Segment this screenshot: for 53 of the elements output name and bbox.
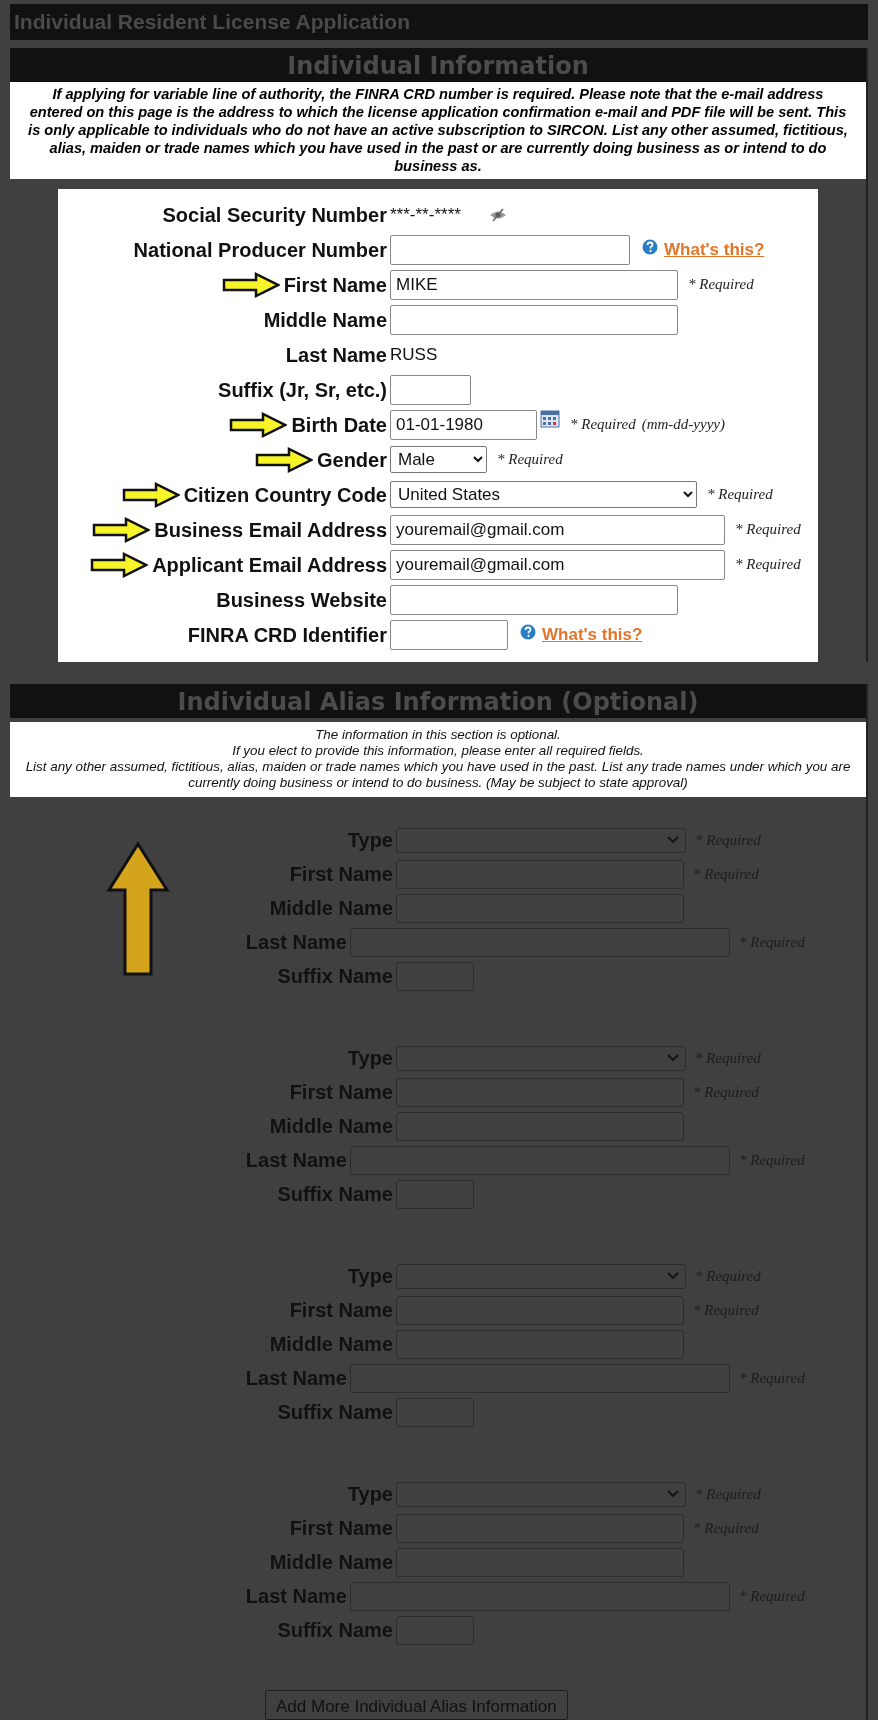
required-note: * Required xyxy=(707,485,773,505)
field-label: Middle Name xyxy=(263,307,387,333)
text-field[interactable] xyxy=(390,374,471,405)
dropdown[interactable]: United States xyxy=(390,481,697,508)
text-field[interactable]: MIKE xyxy=(390,269,678,300)
page-title: Individual Resident License Application xyxy=(10,4,868,40)
required-note: * Required xyxy=(570,415,636,435)
required-note: * Required xyxy=(497,450,563,470)
field-label: Applicant Email Address xyxy=(152,552,387,578)
format-hint: (mm-dd-yyyy) xyxy=(641,415,725,435)
notice-text: If you elect to provide this information, please enter all required fields. xyxy=(231,743,645,759)
text-field[interactable]: youremail@gmail.com xyxy=(390,549,725,580)
chevron-down-icon xyxy=(667,1490,679,1498)
required-note: * Required xyxy=(735,520,801,540)
dropdown[interactable]: Male xyxy=(390,446,487,473)
field-value: RUSS xyxy=(390,343,438,366)
text-field[interactable] xyxy=(390,584,678,615)
required-note: * Required xyxy=(735,555,801,575)
dropdown[interactable] xyxy=(396,1481,686,1507)
field-label: Suffix (Jr, Sr, etc.) xyxy=(218,377,387,403)
chevron-down-icon xyxy=(667,1054,679,1062)
field-label: Citizen Country Code xyxy=(183,482,387,508)
section-heading: Individual Information xyxy=(10,48,866,82)
field-value: ***-**-**** xyxy=(390,203,461,226)
field-label: Social Security Number xyxy=(162,202,387,228)
field-label: Birth Date xyxy=(291,412,387,438)
field-label: First Name xyxy=(283,272,387,298)
section-heading: Individual Alias Information (Optional) xyxy=(10,684,866,718)
help-icon xyxy=(520,623,536,640)
hidden-eye-icon xyxy=(488,207,507,222)
up-arrow-icon xyxy=(106,841,170,977)
text-field[interactable]: youremail@gmail.com xyxy=(390,514,725,545)
field-label: FINRA CRD Identifier xyxy=(187,622,387,648)
required-note: * Required xyxy=(688,275,754,295)
dropdown[interactable] xyxy=(396,1263,686,1289)
field-label: Business Email Address xyxy=(154,517,387,543)
notice-text: The information in this section is optional. xyxy=(314,727,562,743)
text-field[interactable]: 01-01-1980 xyxy=(390,409,537,440)
text-field[interactable] xyxy=(390,619,508,650)
field-label: Last Name xyxy=(285,342,387,368)
field-label: National Producer Number xyxy=(133,237,387,263)
notice-text: If applying for variable line of authority, the FINRA CRD number is required. Please note that the e-mail address entered on this page is the address to which the license application confirmation e-mail and PDF file will be sent. This is only applicable to individuals who do not have an active subscription to SIRCON. List any other assumed, fictitious, alias, maiden or trade names which you have used in the past or are currently doing business as or intend to do business as. xyxy=(10,82,866,179)
field-label: Gender xyxy=(316,447,387,473)
text-field[interactable] xyxy=(390,234,630,265)
calendar-icon xyxy=(540,410,560,428)
notice-text: List any other assumed, fictitious, alias, maiden or trade names which you have used in the past. List any trade names under which you are currently doing business or intend to do business. (May be subject to state approval) xyxy=(24,759,852,791)
chevron-down-icon xyxy=(667,836,679,844)
text-field[interactable] xyxy=(390,304,678,335)
help-icon xyxy=(642,238,658,255)
chevron-down-icon xyxy=(667,1272,679,1280)
dropdown[interactable] xyxy=(396,827,686,853)
field-label: Business Website xyxy=(216,587,387,613)
dropdown[interactable] xyxy=(396,1045,686,1071)
